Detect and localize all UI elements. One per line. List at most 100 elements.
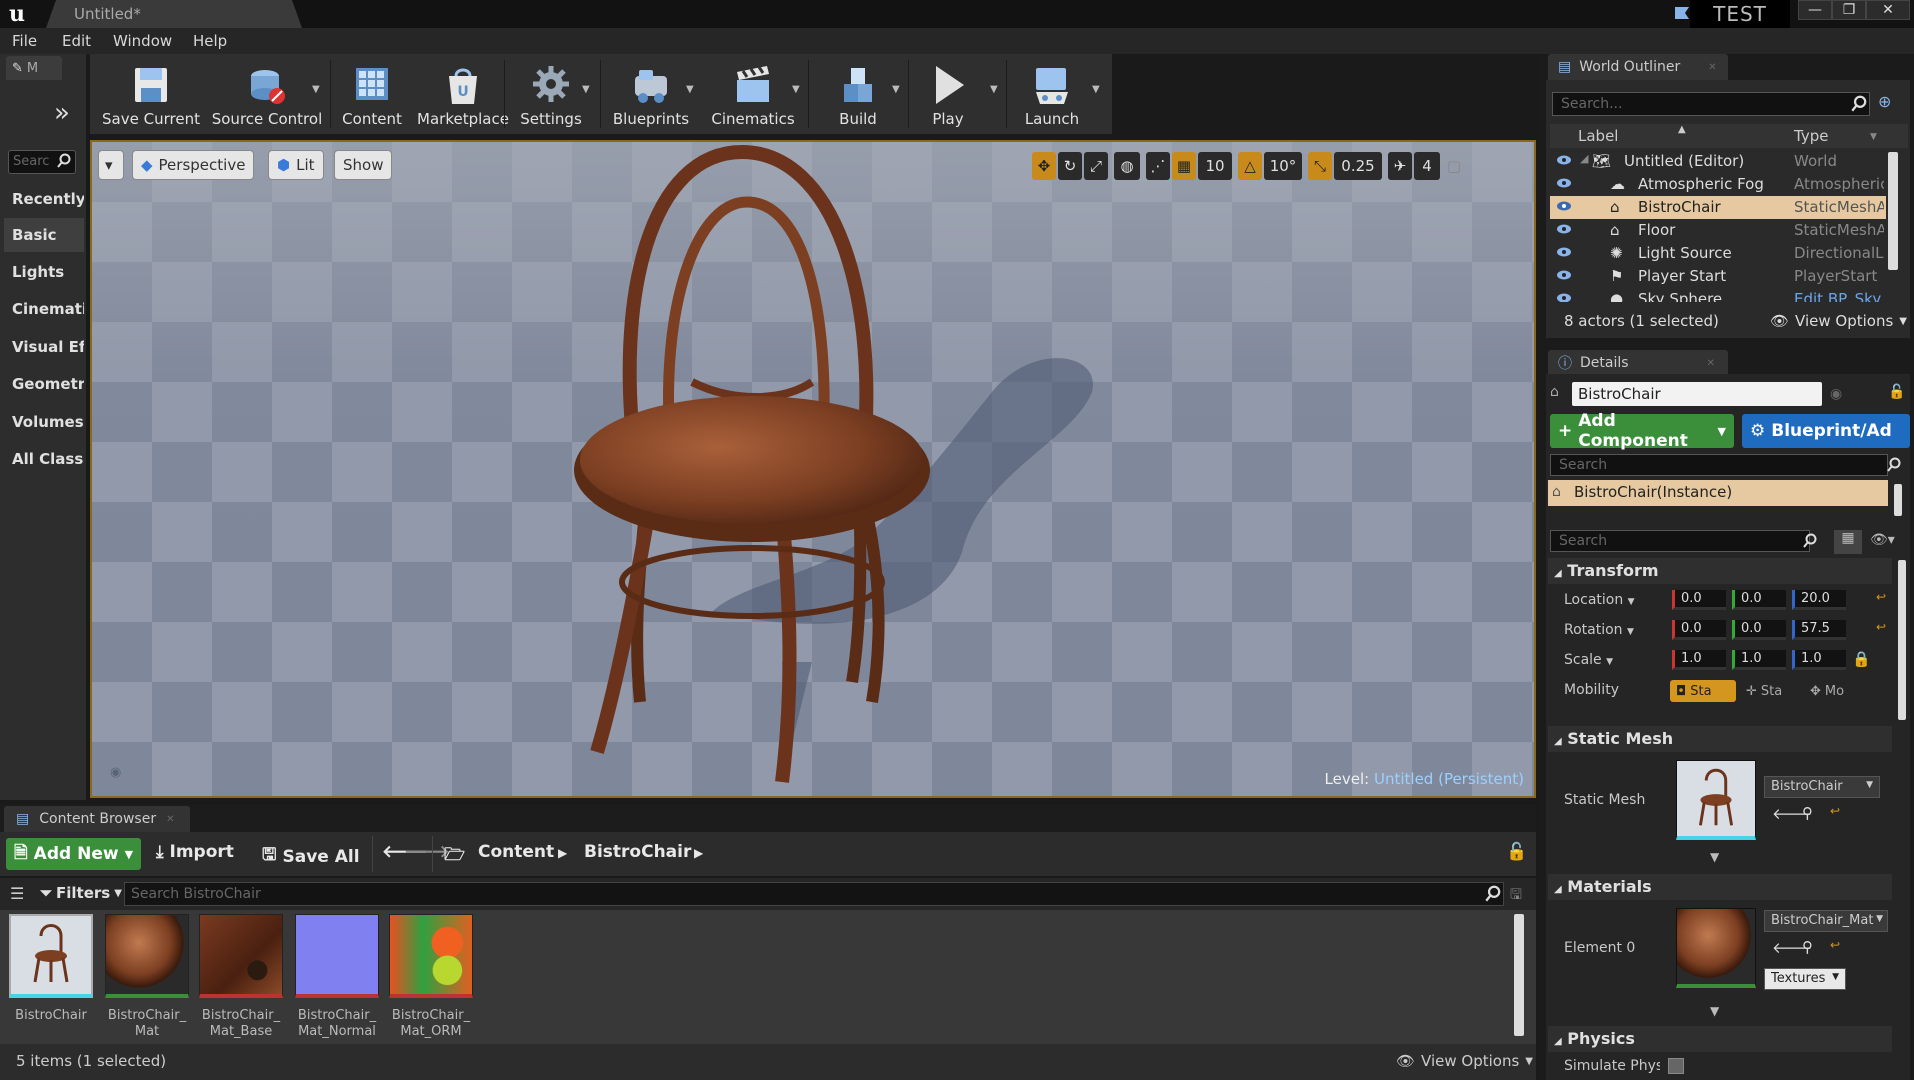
- save-current-button[interactable]: Save Current: [96, 54, 206, 134]
- rotate-tool-icon[interactable]: ↻: [1058, 152, 1082, 180]
- blueprints-button[interactable]: Blueprints: [604, 54, 698, 134]
- mode-recently[interactable]: Recently: [4, 182, 84, 216]
- scale-snap-icon[interactable]: ⤡: [1308, 152, 1332, 180]
- outliner-row[interactable]: ◢ 🗺 Untitled (Editor) World: [1550, 150, 1886, 173]
- add-component-button[interactable]: + Add Component ▼: [1550, 411, 1734, 451]
- menu-window[interactable]: Window: [113, 32, 172, 50]
- location-z-field[interactable]: 20.0: [1792, 590, 1846, 610]
- save-search-icon[interactable]: 🖫: [1510, 884, 1522, 908]
- marketplace-button[interactable]: U Marketplace: [410, 54, 516, 134]
- outliner-row[interactable]: ⌂ Floor StaticMeshA: [1550, 219, 1886, 242]
- tab-close-icon[interactable]: ✕: [1708, 62, 1716, 73]
- add-new-button[interactable]: 🗎 Add New ▼: [6, 838, 142, 870]
- outliner-search-input[interactable]: Search...: [1552, 92, 1870, 116]
- level-value[interactable]: Untitled (Persistent): [1374, 770, 1524, 788]
- close-button[interactable]: ✕: [1866, 0, 1910, 20]
- maximize-button[interactable]: ❐: [1832, 0, 1866, 20]
- reset-mesh-icon[interactable]: ↩: [1830, 804, 1840, 818]
- mobility-movable-button[interactable]: ✥ Mo: [1804, 680, 1862, 702]
- scale-tool-icon[interactable]: ⤢: [1084, 152, 1108, 180]
- grid-snap-icon[interactable]: ▦: [1172, 152, 1196, 180]
- col-label-header[interactable]: Label: [1578, 127, 1618, 145]
- menu-edit[interactable]: Edit: [62, 32, 91, 50]
- content-browser-tab[interactable]: ▤ Content Browser ✕: [4, 806, 190, 832]
- source-control-dropdown-icon[interactable]: ▼: [312, 84, 320, 95]
- launch-button[interactable]: Launch: [1010, 54, 1094, 134]
- modes-tab[interactable]: ✎ M: [6, 56, 62, 80]
- menu-file[interactable]: File: [12, 32, 37, 50]
- save-all-button[interactable]: 🖫 Save All: [262, 842, 360, 871]
- mode-lights[interactable]: Lights: [4, 255, 84, 289]
- import-button[interactable]: ⤓ Import: [156, 842, 234, 862]
- lock-icon[interactable]: 🔓: [1506, 842, 1527, 862]
- asset-tile-material[interactable]: BistroChair_ Mat: [104, 914, 190, 1040]
- rotation-x-field[interactable]: 0.0: [1672, 620, 1726, 640]
- asset-tile-orm[interactable]: BistroChair_ Mat_ORM: [388, 914, 474, 1040]
- rotation-z-field[interactable]: 57.5: [1792, 620, 1846, 640]
- build-button[interactable]: Build: [812, 54, 904, 134]
- asset-tile-basecolor[interactable]: BistroChair_ Mat_Base Color: [198, 914, 284, 1040]
- world-space-icon[interactable]: ◍: [1114, 152, 1140, 180]
- forward-arrow-icon[interactable]: 🡒: [404, 842, 450, 862]
- col-type-header[interactable]: Type: [1794, 127, 1828, 145]
- details-tab[interactable]: ⓘ Details ✕: [1548, 350, 1728, 376]
- filters-button[interactable]: ⏷ Filters ▼: [40, 884, 122, 902]
- world-outliner-tab[interactable]: ▤ World Outliner ✕: [1548, 54, 1728, 80]
- visibility-eye-icon[interactable]: [1556, 154, 1572, 166]
- physics-section-header[interactable]: ◢ Physics: [1548, 1026, 1892, 1052]
- menu-help[interactable]: Help: [193, 32, 227, 50]
- outliner-row[interactable]: ✺ Light Source DirectionalLi: [1550, 242, 1886, 265]
- visibility-eye-icon[interactable]: [1556, 200, 1572, 212]
- mode-volumes[interactable]: Volumes: [4, 405, 84, 439]
- show-button[interactable]: Show: [334, 150, 393, 180]
- content-search-input[interactable]: Search BistroChair: [124, 882, 1504, 906]
- textures-combo[interactable]: Textures ▼: [1764, 968, 1846, 990]
- component-scrollbar[interactable]: [1894, 484, 1902, 516]
- outliner-row[interactable]: ☁ Atmospheric Fog Atmospheric: [1550, 173, 1886, 196]
- outliner-row[interactable]: ● Sky Sphere Edit BP_Sky: [1550, 288, 1886, 302]
- outliner-scrollbar[interactable]: [1888, 152, 1898, 270]
- cinematics-dropdown-icon[interactable]: ▼: [792, 84, 800, 95]
- asset-grid-scrollbar[interactable]: [1514, 914, 1524, 1036]
- details-scrollbar[interactable]: [1898, 560, 1906, 720]
- asset-tile-bistrochair[interactable]: BistroChair: [8, 914, 94, 1024]
- actor-name-input[interactable]: BistroChair: [1572, 382, 1822, 406]
- reset-material-icon[interactable]: ↩: [1830, 938, 1840, 952]
- material-thumbnail[interactable]: [1676, 908, 1756, 988]
- component-row-instance[interactable]: BistroChair(Instance): [1548, 480, 1888, 506]
- visibility-eye-icon[interactable]: [1556, 246, 1572, 258]
- property-matrix-icon[interactable]: ▦: [1834, 530, 1862, 554]
- outliner-view-options-button[interactable]: 👁 View Options ▼: [1770, 312, 1907, 330]
- launch-dropdown-icon[interactable]: ▼: [1092, 84, 1100, 95]
- mode-visual-effects[interactable]: Visual Eff: [4, 330, 84, 364]
- transform-section-header[interactable]: ◢ Transform: [1548, 558, 1892, 584]
- perspective-button[interactable]: ◆ Perspective: [132, 150, 255, 180]
- component-search-input[interactable]: Search: [1550, 454, 1888, 476]
- expand-advanced-icon[interactable]: ▼: [1710, 850, 1719, 864]
- help-icon[interactable]: ◉: [1830, 386, 1842, 402]
- scale-x-field[interactable]: 1.0: [1672, 650, 1726, 670]
- lock-icon[interactable]: 🔓: [1888, 384, 1905, 400]
- scale-label[interactable]: Scale ▼: [1564, 652, 1613, 668]
- blueprints-dropdown-icon[interactable]: ▼: [686, 84, 694, 95]
- location-y-field[interactable]: 0.0: [1732, 590, 1786, 610]
- scale-snap-value[interactable]: 0.25: [1334, 152, 1382, 180]
- browse-search-icon[interactable]: ⚲: [1802, 938, 1813, 956]
- details-search-input[interactable]: Search: [1550, 530, 1810, 552]
- visibility-eye-icon[interactable]: [1556, 223, 1572, 235]
- mode-basic[interactable]: Basic: [4, 218, 84, 252]
- rotation-label[interactable]: Rotation ▼: [1564, 622, 1634, 638]
- mode-all-classes[interactable]: All Classe: [4, 442, 84, 476]
- location-x-field[interactable]: 0.0: [1672, 590, 1726, 610]
- expand-arrow-icon[interactable]: ◢: [1580, 152, 1588, 165]
- maximize-viewport-icon[interactable]: ▢: [1444, 152, 1464, 180]
- materials-section-header[interactable]: ◢ Materials: [1548, 874, 1892, 900]
- minimize-button[interactable]: —: [1798, 0, 1832, 20]
- reset-location-icon[interactable]: ↩: [1876, 590, 1886, 604]
- rotation-snap-icon[interactable]: △: [1238, 152, 1262, 180]
- visibility-filter-icon[interactable]: 👁▾: [1870, 532, 1895, 548]
- expand-chevron-icon[interactable]: »: [54, 98, 70, 128]
- breadcrumb-content[interactable]: Content: [478, 842, 554, 862]
- visibility-eye-icon[interactable]: [1556, 177, 1572, 189]
- static-mesh-section-header[interactable]: ◢ Static Mesh: [1548, 726, 1892, 752]
